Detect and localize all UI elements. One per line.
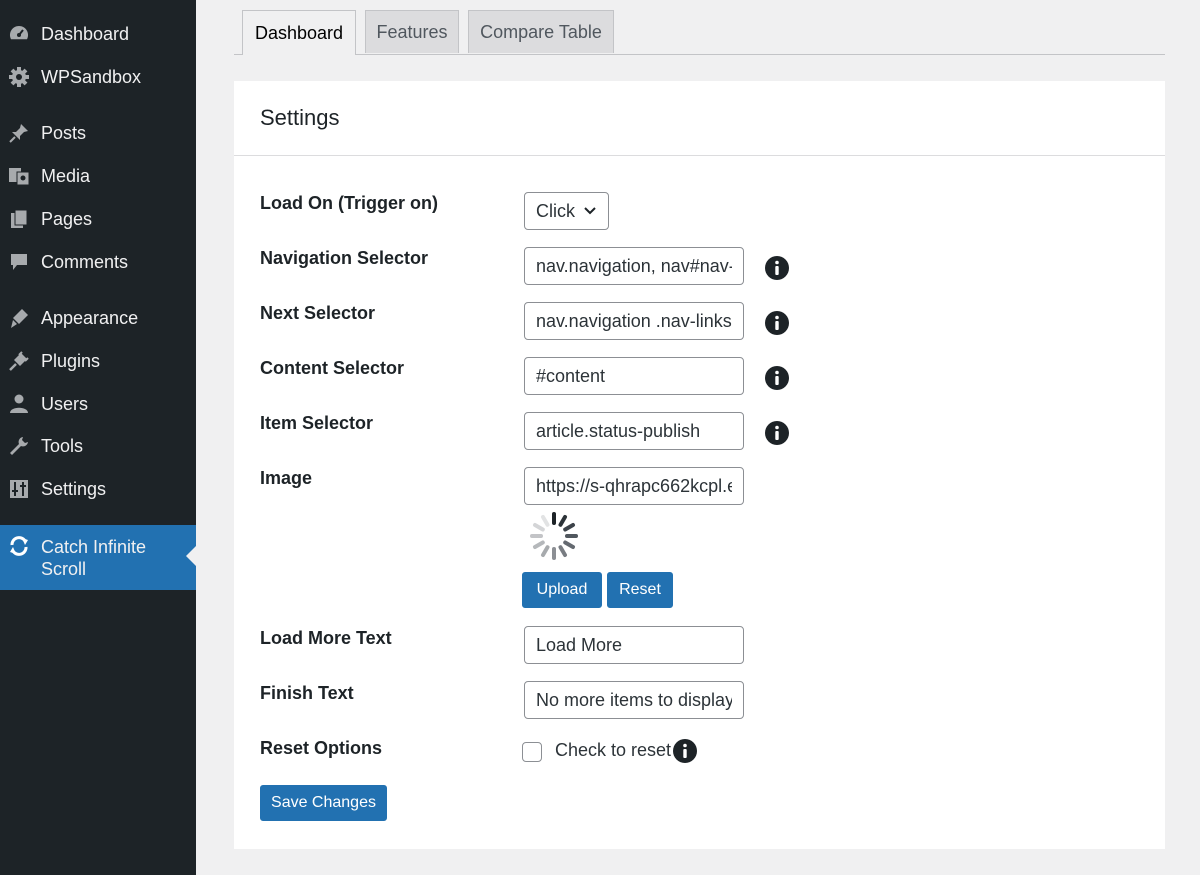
reset-options-label: Reset Options <box>260 738 383 758</box>
info-icon[interactable] <box>765 366 789 390</box>
sidebar-item-label: Media <box>41 165 91 186</box>
load-more-text-input[interactable] <box>524 626 744 664</box>
sidebar-item-label: Pages <box>41 208 93 229</box>
comment-icon <box>8 251 30 273</box>
load-more-text-label: Load More Text <box>260 628 392 648</box>
finish-text-input[interactable] <box>524 681 744 719</box>
sidebar-item-media[interactable]: Media <box>0 159 196 193</box>
chevron-down-icon <box>582 203 598 224</box>
sidebar-item-catch-infinite-scroll[interactable]: Catch Infinite Scroll <box>0 525 196 590</box>
sidebar-item-label: Settings <box>41 478 107 499</box>
sidebar-item-posts[interactable]: Posts <box>0 116 196 150</box>
tab-compare-table[interactable]: Compare Table <box>468 10 614 53</box>
gear-icon <box>8 66 30 88</box>
wrench-icon <box>8 435 30 457</box>
load-on-value: Click <box>536 200 575 221</box>
tab-dashboard[interactable]: Dashboard <box>242 10 356 55</box>
refresh-icon <box>8 535 30 557</box>
sidebar-item-label: Users <box>41 393 89 414</box>
sidebar-item-users[interactable]: Users <box>0 387 196 421</box>
sidebar-item-label: Plugins <box>41 350 101 371</box>
save-changes-button[interactable]: Save Changes <box>260 785 387 821</box>
plug-icon <box>8 350 30 372</box>
sidebar-item-plugins[interactable]: Plugins <box>0 344 196 378</box>
tab-features[interactable]: Features <box>365 10 459 53</box>
sidebar-item-label: Appearance <box>41 307 139 328</box>
pages-icon <box>8 208 30 230</box>
load-on-label: Load On (Trigger on) <box>260 193 438 213</box>
navigation-selector-label: Navigation Selector <box>260 248 429 268</box>
sidebar-item-dashboard[interactable]: Dashboard <box>0 17 196 51</box>
media-icon <box>8 165 30 187</box>
sidebar-item-tools[interactable]: Tools <box>0 429 196 463</box>
divider <box>234 155 1165 156</box>
loading-spinner-icon <box>528 510 580 562</box>
load-on-select[interactable]: Click <box>524 192 609 230</box>
settings-title: Settings <box>260 105 340 130</box>
tab-bar: Dashboard Features Compare Table <box>234 10 1165 55</box>
info-icon[interactable] <box>673 739 697 763</box>
sidebar-item-comments[interactable]: Comments <box>0 245 196 279</box>
sidebar-item-settings[interactable]: Settings <box>0 472 196 506</box>
reset-image-button[interactable]: Reset <box>607 572 673 608</box>
reset-checkbox-label: Check to reset <box>555 740 672 760</box>
info-icon[interactable] <box>765 311 789 335</box>
sliders-icon <box>8 478 30 500</box>
reset-checkbox[interactable] <box>522 742 542 762</box>
user-icon <box>8 393 30 415</box>
upload-button[interactable]: Upload <box>522 572 602 608</box>
sidebar-item-pages[interactable]: Pages <box>0 202 196 236</box>
next-selector-label: Next Selector <box>260 303 376 323</box>
image-label: Image <box>260 468 313 488</box>
sidebar-item-label: Dashboard <box>41 23 130 44</box>
next-selector-input[interactable] <box>524 302 744 340</box>
item-selector-label: Item Selector <box>260 413 374 433</box>
sidebar-item-label: Posts <box>41 122 87 143</box>
settings-card: Settings Load On (Trigger on) Click Navi… <box>234 81 1165 849</box>
info-icon[interactable] <box>765 421 789 445</box>
info-icon[interactable] <box>765 256 789 280</box>
dashboard-icon <box>8 23 30 45</box>
sidebar-item-label: Comments <box>41 251 129 272</box>
sidebar-item-label: Tools <box>41 435 84 456</box>
brush-icon <box>8 307 30 329</box>
item-selector-input[interactable] <box>524 412 744 450</box>
sidebar-item-label: WPSandbox <box>41 66 142 87</box>
finish-text-label: Finish Text <box>260 683 354 703</box>
content-selector-label: Content Selector <box>260 358 405 378</box>
navigation-selector-input[interactable] <box>524 247 744 285</box>
sidebar-item-label: Catch Infinite Scroll <box>41 537 147 579</box>
pin-icon <box>8 122 30 144</box>
content-selector-input[interactable] <box>524 357 744 395</box>
sidebar-item-appearance[interactable]: Appearance <box>0 301 196 335</box>
admin-sidebar: Dashboard WPSandbox Posts Media Pages Co… <box>0 0 196 875</box>
sidebar-item-wpsandbox[interactable]: WPSandbox <box>0 60 196 94</box>
active-indicator-arrow <box>186 546 196 566</box>
image-url-input[interactable] <box>524 467 744 505</box>
